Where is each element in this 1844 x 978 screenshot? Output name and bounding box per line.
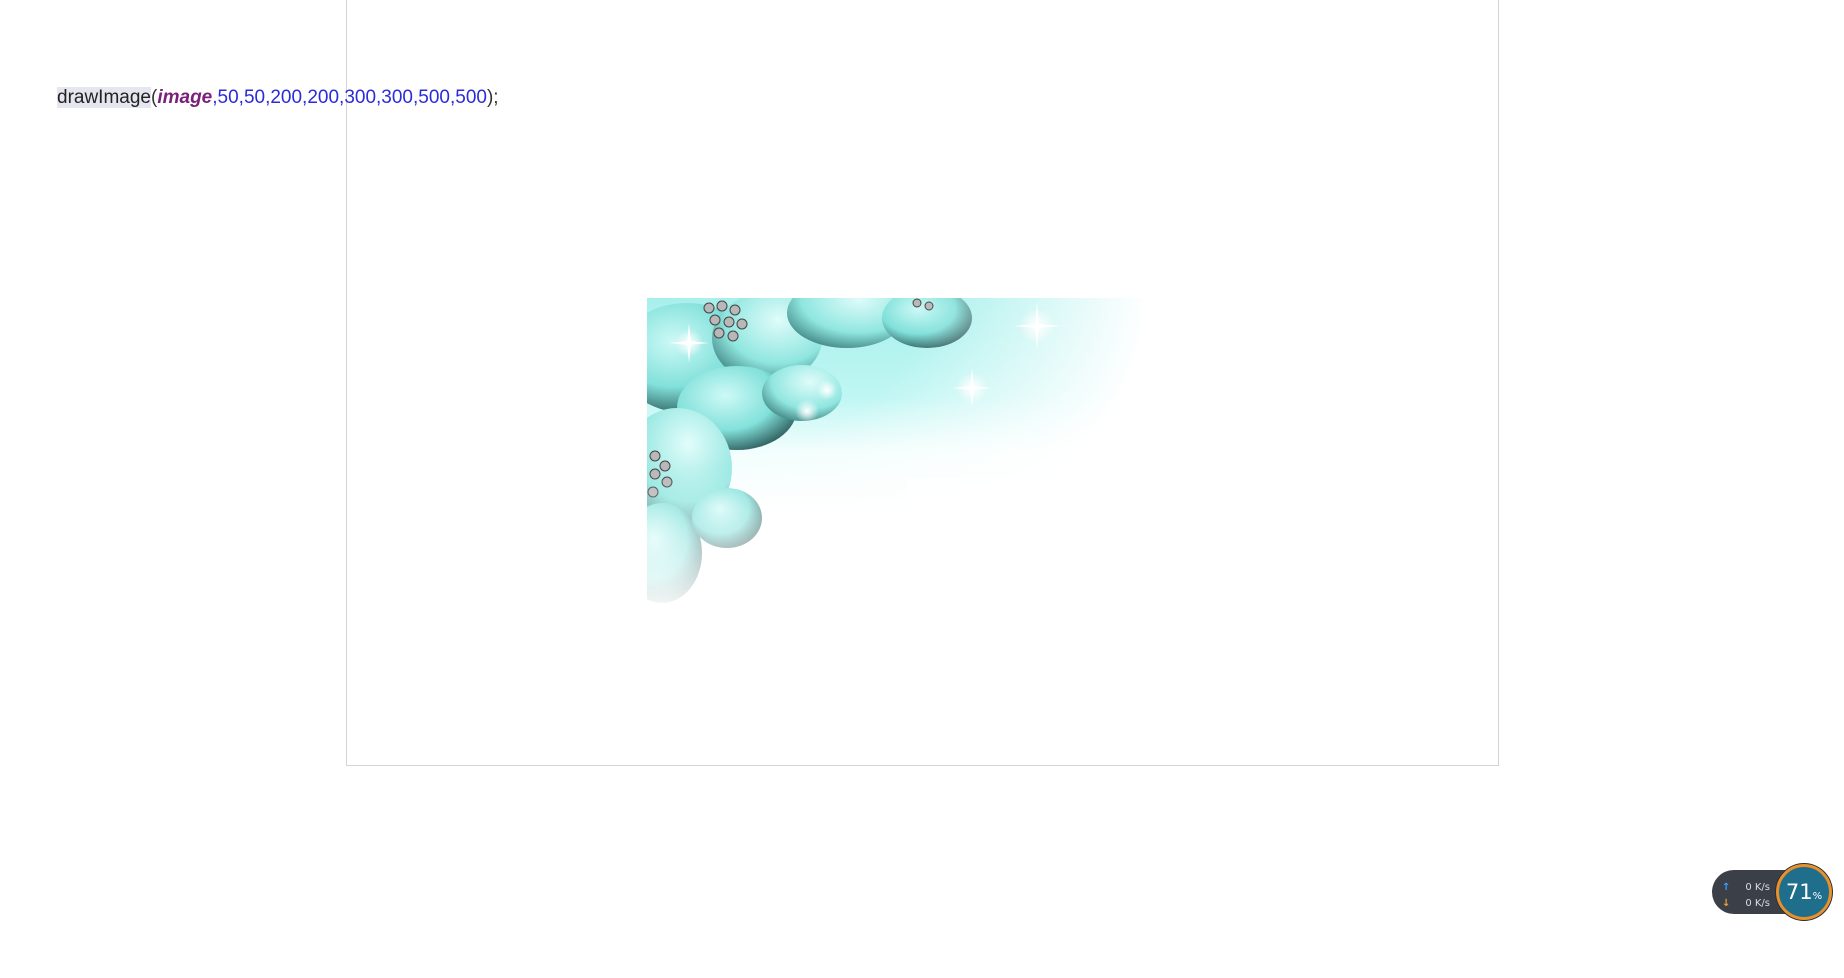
- image-argument: image: [157, 87, 213, 108]
- cpu-usage-gauge[interactable]: 71%: [1776, 864, 1832, 920]
- code-line: drawImage(image,50,50,200,200,300,300,50…: [57, 84, 499, 112]
- cpu-unit: %: [1812, 891, 1823, 902]
- numeric-arguments: ,50,50,200,200,300,300,500,500: [212, 87, 487, 108]
- arrow-down-icon: ↓: [1722, 898, 1731, 909]
- flower-jewel-image: [647, 298, 1147, 613]
- upload-row: ↑ 0 K/s: [1722, 882, 1770, 893]
- network-monitor-widget[interactable]: ↑ 0 K/s ↓ 0 K/s 71%: [1712, 864, 1834, 920]
- close-paren: );: [486, 87, 499, 108]
- cpu-percent: 71: [1785, 880, 1813, 904]
- function-name: drawImage: [57, 87, 151, 108]
- arrow-up-icon: ↑: [1722, 882, 1731, 893]
- upload-rate: 0 K/s: [1745, 882, 1770, 893]
- download-row: ↓ 0 K/s: [1722, 898, 1770, 909]
- download-rate: 0 K/s: [1745, 898, 1770, 909]
- cpu-usage-value: 71%: [1779, 880, 1829, 909]
- drawn-flower-image: [647, 298, 1147, 613]
